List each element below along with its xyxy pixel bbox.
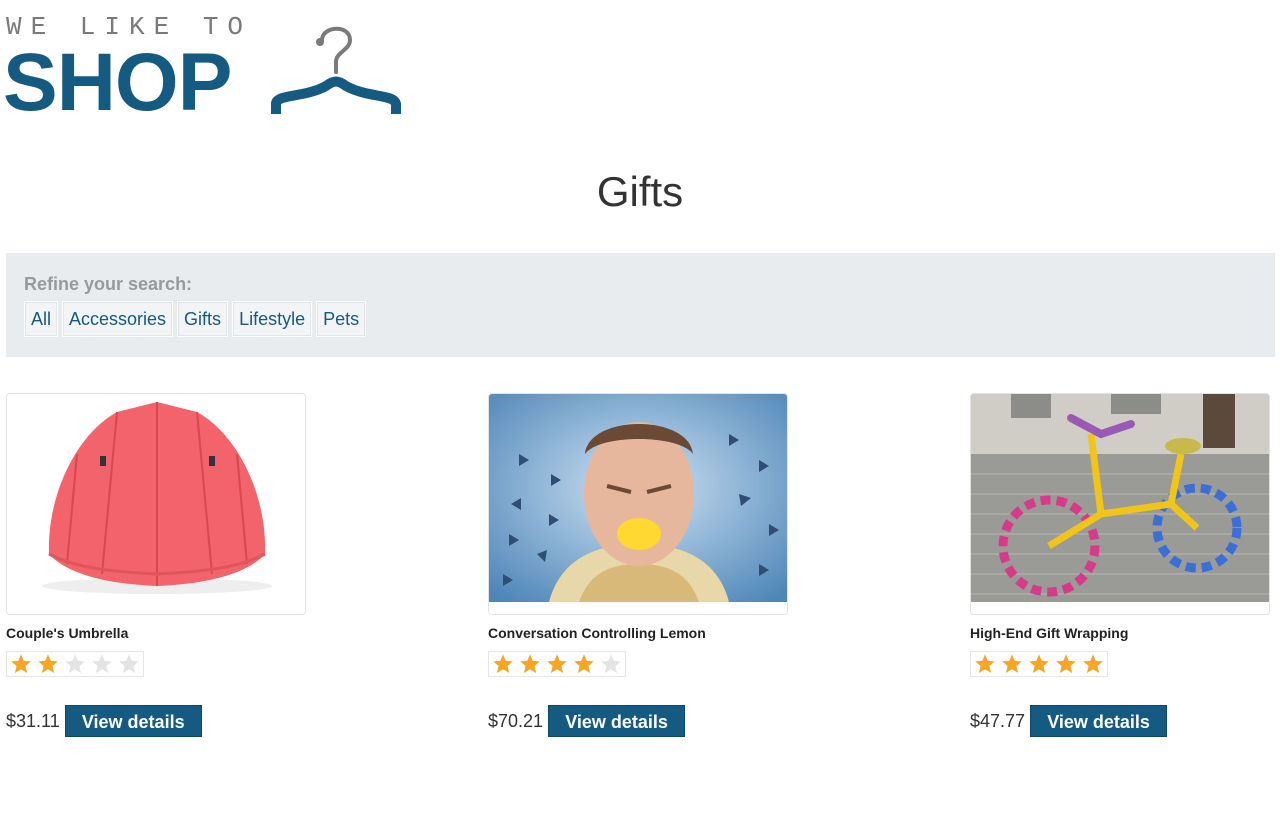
rating-stars	[970, 651, 1108, 677]
star-empty-icon	[115, 652, 142, 676]
star-filled-icon	[516, 652, 543, 676]
filter-all[interactable]: All	[24, 301, 59, 337]
star-filled-icon	[7, 652, 34, 676]
star-empty-icon	[61, 652, 88, 676]
rating-stars	[6, 651, 144, 677]
star-filled-icon	[570, 652, 597, 676]
view-details-button[interactable]: View details	[64, 705, 202, 737]
hanger-icon	[271, 26, 401, 114]
logo-wordmark: SHOP	[3, 37, 232, 128]
product-card: Conversation Controlling Lemon $70.21 Vi…	[488, 393, 790, 737]
product-card: Couple's Umbrella $31.11 View details	[6, 393, 308, 737]
filter-accessories[interactable]: Accessories	[62, 301, 174, 337]
star-filled-icon	[489, 652, 516, 676]
product-name[interactable]: Couple's Umbrella	[6, 625, 308, 643]
star-filled-icon	[1025, 652, 1052, 676]
product-name[interactable]: Conversation Controlling Lemon	[488, 625, 790, 643]
product-image-bicycle	[970, 393, 1270, 615]
star-filled-icon	[998, 652, 1025, 676]
star-filled-icon	[1079, 652, 1106, 676]
filter-list: All Accessories Gifts Lifestyle Pets	[24, 301, 370, 337]
view-details-button[interactable]: View details	[1030, 705, 1168, 737]
page-title: Gifts	[596, 168, 684, 215]
product-price: $70.21	[488, 710, 544, 731]
filter-label: Refine your search:	[24, 274, 193, 294]
star-filled-icon	[971, 652, 998, 676]
product-name[interactable]: High-End Gift Wrapping	[970, 625, 1272, 643]
product-price: $47.77	[970, 710, 1026, 731]
product-card: High-End Gift Wrapping $47.77 View detai…	[970, 393, 1272, 737]
product-price: $31.11	[6, 710, 60, 731]
filter-gifts[interactable]: Gifts	[177, 301, 229, 337]
product-image-lemon	[488, 393, 788, 615]
view-details-button[interactable]: View details	[548, 705, 686, 737]
filter-pets[interactable]: Pets	[316, 301, 367, 337]
star-filled-icon	[1052, 652, 1079, 676]
product-image-umbrella	[6, 393, 306, 615]
star-filled-icon	[34, 652, 61, 676]
filter-panel: Refine your search: All Accessories Gift…	[6, 253, 1275, 357]
rating-stars	[488, 651, 626, 677]
star-empty-icon	[597, 652, 624, 676]
filter-lifestyle[interactable]: Lifestyle	[232, 301, 313, 337]
star-filled-icon	[543, 652, 570, 676]
star-empty-icon	[88, 652, 115, 676]
site-logo[interactable]: WE LIKE TO SHOP	[3, 10, 406, 124]
